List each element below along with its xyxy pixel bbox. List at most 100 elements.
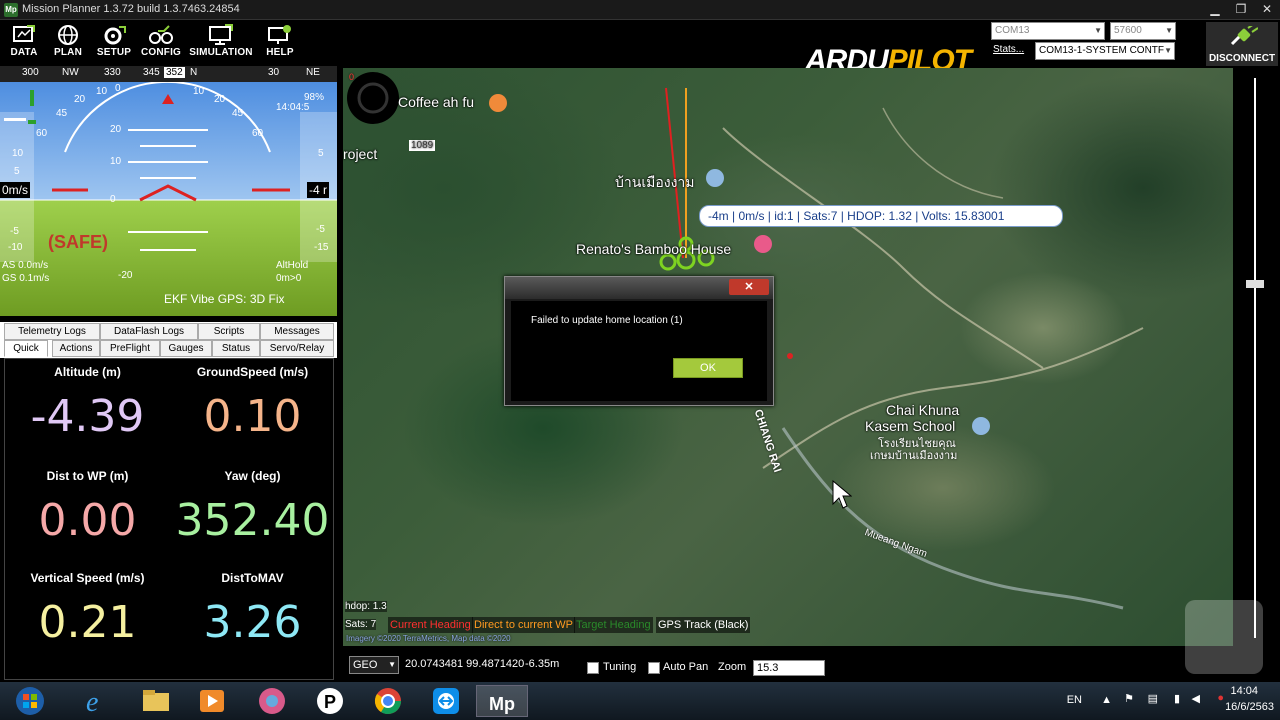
map-place-label: Renato's Bamboo House xyxy=(576,241,732,257)
tab-quick[interactable]: Quick xyxy=(4,340,48,357)
quick-panel: Altitude (m) -4.39 GroundSpeed (m/s) 0.1… xyxy=(4,358,334,680)
dialog-ok-button[interactable]: OK xyxy=(673,358,743,378)
quick-altitude[interactable]: Altitude (m) -4.39 xyxy=(5,365,170,442)
port-select[interactable]: COM13 ▼ xyxy=(991,22,1105,40)
link-select[interactable]: COM13-1-SYSTEM CONTF ▼ xyxy=(1035,42,1175,60)
coord-format-select[interactable]: GEO ▼ xyxy=(349,656,399,674)
error-dialog: ✕ Failed to update home location (1) OK xyxy=(504,276,774,406)
p-app-icon[interactable]: P xyxy=(304,685,356,717)
quick-yaw[interactable]: Yaw (deg) 352.40 xyxy=(170,469,335,546)
map-overlay xyxy=(347,72,1144,610)
app-swirl-icon[interactable] xyxy=(246,685,298,717)
volume-icon[interactable]: ◀ xyxy=(1192,692,1200,705)
hud-time: 14:04:5 xyxy=(276,102,310,113)
menu-config-button[interactable]: CONFIG xyxy=(137,24,185,64)
svg-text:e: e xyxy=(86,687,98,717)
zoom-input[interactable]: 15.3 xyxy=(753,660,825,676)
flag-icon[interactable]: ⚑ xyxy=(1124,692,1134,705)
menu-simulation-button[interactable]: SIMULATION xyxy=(188,24,254,64)
hud-safe-label: (SAFE) xyxy=(48,232,108,252)
data-icon xyxy=(13,25,35,42)
dialog-close-button[interactable]: ✕ xyxy=(729,279,769,295)
map-status-bar: GEO ▼ 20.0743481 99.4871420 -6.35m Tuning… xyxy=(343,652,1233,682)
quick-value: -4.39 xyxy=(30,391,145,442)
quick-value: 352.40 xyxy=(175,495,330,546)
zoom-track xyxy=(1254,78,1256,638)
map-view[interactable]: Coffee ah fu roject บ้านเมืองงาม Renato'… xyxy=(343,68,1233,646)
tab-actions[interactable]: Actions xyxy=(52,340,100,357)
menu-simulation-label: SIMULATION xyxy=(189,47,253,58)
quick-vertical-speed[interactable]: Vertical Speed (m/s) 0.21 xyxy=(5,571,170,648)
quick-dist-to-wp[interactable]: Dist to WP (m) 0.00 xyxy=(5,469,170,546)
map-corner-flag: 0 xyxy=(349,72,355,82)
tray-expand-icon[interactable]: ▲ xyxy=(1101,694,1112,706)
quick-groundspeed[interactable]: GroundSpeed (m/s) 0.10 xyxy=(170,365,335,442)
tab-messages[interactable]: Messages xyxy=(260,323,334,340)
quick-label: DistToMAV xyxy=(221,571,284,585)
tuning-checkbox[interactable] xyxy=(587,662,599,674)
close-window-button[interactable]: ✕ xyxy=(1254,0,1280,20)
menu-help-button[interactable]: HELP xyxy=(256,24,304,64)
plan-globe-icon xyxy=(58,25,78,45)
tab-dataflash-logs[interactable]: DataFlash Logs xyxy=(100,323,198,340)
disconnect-button[interactable]: DISCONNECT xyxy=(1206,22,1278,66)
signal-icon[interactable]: ▮ xyxy=(1174,692,1180,705)
menu-setup-button[interactable]: SETUP xyxy=(90,24,138,64)
help-icon xyxy=(268,25,291,44)
vehicle-telemetry-tooltip: -4m | 0m/s | id:1 | Sats:7 | HDOP: 1.32 … xyxy=(699,205,1063,227)
quick-value: 0.00 xyxy=(38,495,137,546)
network-icon[interactable]: ▤ xyxy=(1148,692,1158,705)
tab-preflight[interactable]: PreFlight xyxy=(100,340,160,357)
explorer-icon[interactable] xyxy=(130,685,182,717)
maximize-button[interactable]: ❐ xyxy=(1228,0,1254,20)
map-place-label: Coffee ah fu xyxy=(398,94,475,110)
main-toolbar: DATA PLAN SETUP CONFIG SIMULATION HELP A… xyxy=(0,20,1280,76)
start-orb-icon[interactable] xyxy=(4,685,56,717)
legend-direct-to-wp: Direct to current WP xyxy=(472,617,576,633)
hud-alt-readout: -4 r xyxy=(307,182,329,198)
autopan-checkbox[interactable] xyxy=(648,662,660,674)
chrome-icon[interactable] xyxy=(362,685,414,717)
tab-gauges[interactable]: Gauges xyxy=(160,340,212,357)
stats-link[interactable]: Stats... xyxy=(993,44,1024,55)
hud-airspeed: AS 0.0m/s xyxy=(2,260,49,271)
tab-servo-relay[interactable]: Servo/Relay xyxy=(260,340,334,357)
security-icon[interactable]: ● xyxy=(1217,692,1224,704)
hud-speed-readout: 0m/s xyxy=(0,182,31,198)
ie-icon[interactable]: e xyxy=(70,685,122,718)
clock-time[interactable]: 14:04 xyxy=(1230,685,1258,697)
mission-planner-window: Mp Mission Planner 1.3.72 build 1.3.7463… xyxy=(0,0,1280,720)
tab-status[interactable]: Status xyxy=(212,340,260,357)
plug-icon xyxy=(1230,26,1258,46)
hud-mode-wp: 0m>0 xyxy=(276,273,302,284)
media-icon[interactable] xyxy=(186,685,238,717)
map-sats: Sats: 7 xyxy=(345,619,377,630)
tab-telemetry-logs[interactable]: Telemetry Logs xyxy=(4,323,100,340)
tab-scripts[interactable]: Scripts xyxy=(198,323,260,340)
teamviewer-icon[interactable] xyxy=(420,685,472,717)
quick-label: Dist to WP (m) xyxy=(46,469,129,483)
quick-label: Vertical Speed (m/s) xyxy=(30,571,145,585)
menu-plan-button[interactable]: PLAN xyxy=(44,24,92,64)
menu-plan-label: PLAN xyxy=(53,47,83,58)
disconnect-label: DISCONNECT xyxy=(1208,53,1276,64)
clock-date[interactable]: 16/6/2563 xyxy=(1225,701,1274,713)
map-place-label: บ้านเมืองงาม xyxy=(615,174,695,190)
quick-value: 0.21 xyxy=(38,597,137,648)
baud-select[interactable]: 57600 ▼ xyxy=(1110,22,1176,40)
language-indicator[interactable]: EN xyxy=(1067,694,1082,706)
quick-dist-to-mav[interactable]: DistToMAV 3.26 xyxy=(170,571,335,648)
quick-label: GroundSpeed (m/s) xyxy=(196,365,309,379)
minimize-button[interactable]: ▁ xyxy=(1202,0,1228,20)
heading-readout: 352 xyxy=(164,67,185,78)
mission-planner-icon[interactable]: Mp xyxy=(476,685,528,717)
windows-taskbar: e P Mp EN ▲ ⚑ ▤ ▮ ◀ ● 14:04 16/6/2563 xyxy=(0,682,1280,720)
map-place-label: Chai Khuna xyxy=(886,402,960,418)
heading-tape: 300 NW 330 345 352 N 30 NE xyxy=(0,66,337,82)
menu-data-button[interactable]: DATA xyxy=(0,24,48,64)
data-tabs: Telemetry Logs DataFlash Logs Scripts Me… xyxy=(0,322,337,358)
setup-icon xyxy=(104,26,126,45)
map-attribution: Imagery ©2020 TerraMetrics, Map data ©20… xyxy=(346,634,511,643)
zoom-slider[interactable] xyxy=(1185,68,1280,674)
zoom-thumb[interactable] xyxy=(1246,280,1264,288)
